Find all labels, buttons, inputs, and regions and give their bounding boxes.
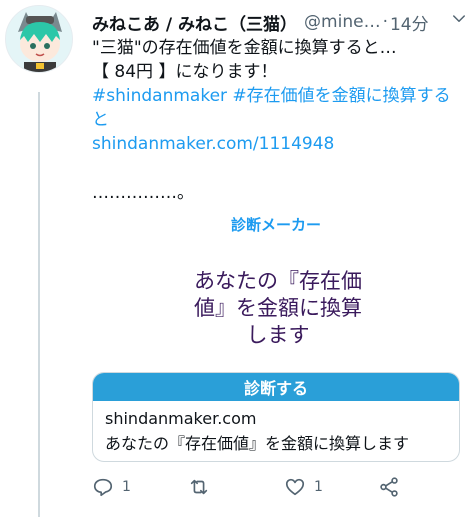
action-bar: 1 1 (92, 476, 412, 502)
header-separator: · (382, 12, 388, 32)
card-title: あなたの『存在価値』を金額に換算します (105, 434, 410, 453)
hashtag-shindanmaker[interactable]: #shindanmaker (92, 86, 227, 106)
user-handle[interactable]: @mine… (304, 12, 381, 32)
hashtag-sonzai-kachi[interactable]: #存在価値を金額に換算する (227, 86, 450, 106)
tweet-text: "三猫"の存在価値を金額に換算すると… 【 84円 】になります！ #shind… (92, 36, 464, 156)
thread-line (38, 92, 40, 517)
display-name[interactable]: みねこあ / みねこ（三猫） (92, 10, 297, 35)
reply-count: 1 (122, 479, 131, 495)
link-card[interactable]: 診断する shindanmaker.com あなたの『存在価値』を金額に換算しま… (92, 372, 460, 462)
share-icon (380, 477, 398, 497)
tweet-header: みねこあ / みねこ（三猫） @mine… · 14分 (92, 9, 468, 35)
card-brand[interactable]: 診断メーカー (92, 214, 460, 235)
tweet-link[interactable]: shindanmaker.com/1114948 (92, 134, 334, 154)
tweet-text-line-2: 【 84円 】になります！ (92, 62, 278, 82)
reply-button[interactable]: 1 (92, 476, 131, 498)
diagnose-button[interactable]: 診断する (93, 373, 459, 401)
more-icon[interactable] (450, 13, 468, 31)
reply-icon (93, 478, 113, 497)
card-image-line-2: 値』を金額に換算 (194, 296, 362, 320)
tweet-text-line-1: "三猫"の存在価値を金額に換算すると… (92, 38, 397, 58)
retweet-icon (190, 479, 208, 495)
like-count: 1 (314, 479, 323, 495)
avatar-illustration (6, 6, 72, 72)
hashtag-sonzai-kachi-cont[interactable]: と (92, 110, 109, 130)
card-image-text[interactable]: あなたの『存在価 値』を金額に換算 します (168, 268, 388, 349)
avatar[interactable] (5, 5, 73, 73)
like-icon (285, 478, 305, 496)
share-button[interactable] (378, 476, 400, 498)
timestamp[interactable]: 14分 (390, 10, 429, 35)
card-image-line-3: します (246, 323, 310, 347)
retweet-button[interactable] (188, 476, 218, 498)
like-button[interactable]: 1 (284, 476, 323, 498)
card-domain: shindanmaker.com (105, 409, 257, 428)
tweet-ellipsis-text: ……………。 (92, 183, 194, 203)
card-image-line-1: あなたの『存在価 (194, 269, 362, 293)
